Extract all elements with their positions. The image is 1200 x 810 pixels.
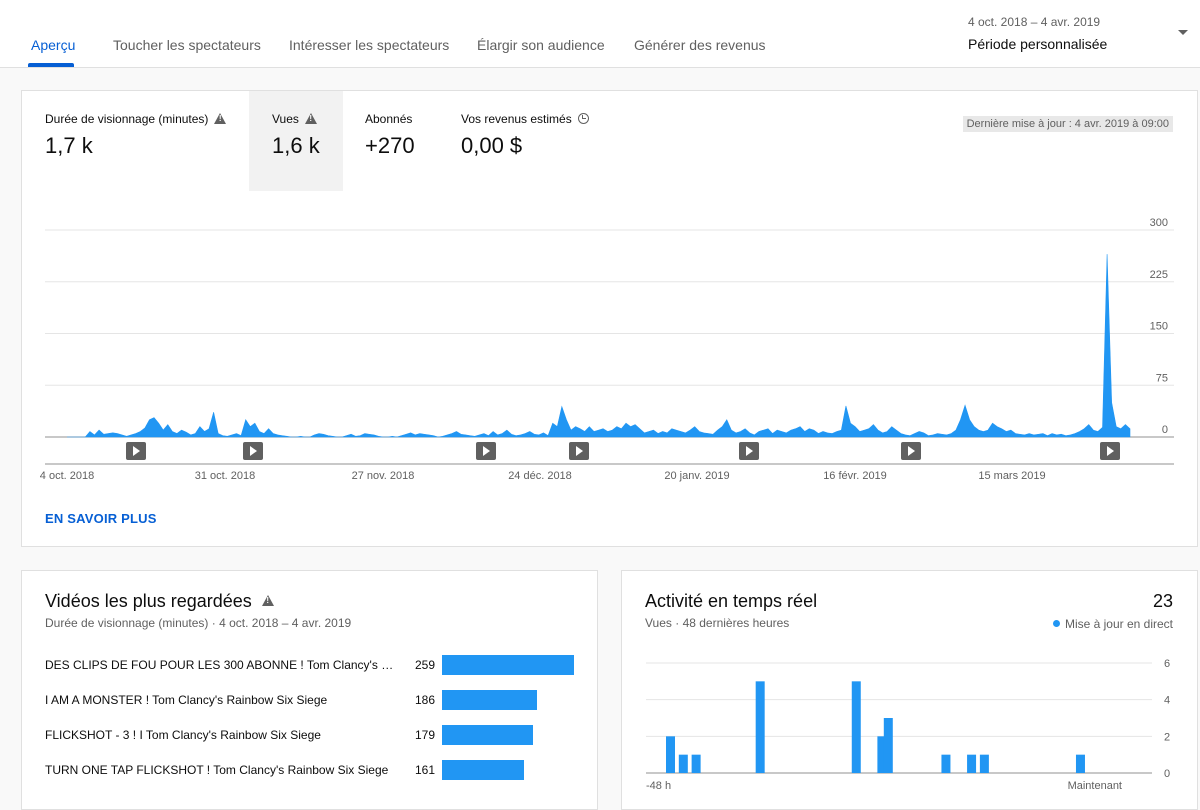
- video-bar: [442, 655, 574, 675]
- video-value: 161: [414, 763, 435, 777]
- x-tick-label: 4 oct. 2018: [40, 470, 94, 482]
- metric-label: Durée de visionnage (minutes): [45, 112, 209, 126]
- video-value: 186: [414, 693, 435, 707]
- metric-label: Abonnés: [365, 112, 413, 126]
- video-row[interactable]: I AM A MONSTER ! Tom Clancy's Rainbow Si…: [45, 690, 575, 712]
- metric-subscribers[interactable]: Abonnés +270: [344, 91, 440, 191]
- realtime-bar: [678, 754, 688, 773]
- x-tick-label: 16 févr. 2019: [823, 470, 887, 482]
- period-label: Période personnalisée: [968, 36, 1108, 52]
- play-marker-icon: [476, 442, 496, 460]
- x-label-end: Maintenant: [1068, 780, 1122, 792]
- top-navigation: Aperçu Toucher les spectateurs Intéresse…: [0, 0, 1200, 68]
- metric-value: 1,7 k: [45, 133, 93, 158]
- clock-icon: [577, 113, 589, 124]
- tab-apercu[interactable]: Aperçu: [31, 37, 75, 53]
- metric-value: 1,6 k: [272, 133, 320, 158]
- video-bar: [442, 760, 524, 780]
- realtime-bar: [851, 681, 861, 773]
- metric-label: Vues: [272, 112, 299, 126]
- live-label: Mise à jour en direct: [1064, 617, 1173, 631]
- card-title: Activité en temps réel: [645, 591, 818, 611]
- play-marker-icon: [739, 442, 759, 460]
- play-marker-icon: [901, 442, 921, 460]
- x-tick-label: 20 janv. 2019: [664, 470, 729, 482]
- x-tick-label: 31 oct. 2018: [195, 470, 256, 482]
- y-tick-label: 0: [1162, 424, 1168, 436]
- metric-revenue[interactable]: Vos revenus estimés 0,00 $: [440, 91, 610, 191]
- card-title: Vidéos les plus regardées: [45, 591, 252, 611]
- x-tick-label: 24 déc. 2018: [508, 470, 572, 482]
- y-tick-label: 4: [1164, 695, 1170, 707]
- video-bar: [442, 725, 533, 745]
- tab-interesser-spectateurs[interactable]: Intéresser les spectateurs: [289, 37, 449, 53]
- x-tick-label: 27 nov. 2018: [352, 470, 415, 482]
- x-tick-label: 15 mars 2019: [978, 470, 1045, 482]
- y-tick-label: 75: [1156, 372, 1168, 384]
- active-tab-indicator: [28, 63, 74, 67]
- period-selector[interactable]: 4 oct. 2018 – 4 avr. 2019 Période person…: [968, 12, 1188, 56]
- realtime-bar: [691, 754, 701, 773]
- video-row[interactable]: DES CLIPS DE FOU POUR LES 300 ABONNE ! T…: [45, 655, 575, 677]
- period-range: 4 oct. 2018 – 4 avr. 2019: [968, 15, 1101, 29]
- play-marker-icon: [126, 442, 146, 460]
- metric-label: Vos revenus estimés: [461, 112, 572, 126]
- metric-value: +270: [365, 133, 415, 158]
- realtime-bar: [1075, 754, 1085, 773]
- metric-views[interactable]: Vues 1,6 k: [249, 91, 343, 191]
- video-title: I AM A MONSTER ! Tom Clancy's Rainbow Si…: [45, 693, 328, 707]
- video-row[interactable]: TURN ONE TAP FLICKSHOT ! Tom Clancy's Ra…: [45, 760, 575, 782]
- video-title: TURN ONE TAP FLICKSHOT ! Tom Clancy's Ra…: [45, 763, 389, 777]
- realtime-bar: [666, 736, 675, 773]
- views-area-chart: 300 225 150 75 0 4 oct. 2018 31 oct. 2018 27 no…: [40, 217, 1174, 482]
- metric-watch-time[interactable]: Durée de visionnage (minutes) 1,7 k: [22, 91, 248, 191]
- video-title: DES CLIPS DE FOU POUR LES 300 ABONNE ! T…: [45, 658, 397, 672]
- warning-icon: [261, 595, 274, 606]
- learn-more-link[interactable]: EN SAVOIR PLUS: [45, 511, 157, 526]
- caret-down-icon[interactable]: [1178, 30, 1188, 35]
- realtime-bar: [755, 681, 765, 773]
- realtime-bar-chart: 6 4 2 0 -48 h Maintenant: [646, 658, 1170, 792]
- realtime-bar: [941, 754, 951, 773]
- card-subtitle: Vues · 48 dernières heures: [645, 616, 790, 630]
- video-row[interactable]: FLICKSHOT - 3 ! I Tom Clancy's Rainbow S…: [45, 725, 575, 747]
- card-subtitle: Durée de visionnage (minutes) · 4 oct. 2…: [45, 616, 352, 630]
- y-tick-label: 150: [1150, 321, 1168, 333]
- video-bar: [442, 690, 537, 710]
- realtime-bar: [967, 754, 977, 773]
- play-marker-icon: [569, 442, 589, 460]
- play-marker-icon: [1100, 442, 1120, 460]
- y-tick-label: 225: [1150, 269, 1168, 281]
- y-tick-label: 300: [1150, 217, 1168, 229]
- tab-toucher-spectateurs[interactable]: Toucher les spectateurs: [113, 37, 261, 53]
- video-title: FLICKSHOT - 3 ! I Tom Clancy's Rainbow S…: [45, 728, 321, 742]
- last-updated-badge: Dernière mise à jour : 4 avr. 2019 à 09:…: [962, 116, 1173, 132]
- live-dot-icon: [1052, 620, 1060, 627]
- realtime-count: 23: [1152, 591, 1173, 611]
- warning-icon: [304, 113, 317, 124]
- realtime-bar: [883, 718, 893, 773]
- realtime-bar: [979, 754, 989, 773]
- warning-icon: [214, 113, 227, 124]
- realtime-card: Activité en temps réel 23 Vues · 48 dern…: [621, 570, 1198, 810]
- tab-elargir-audience[interactable]: Élargir son audience: [477, 37, 605, 53]
- video-value: 179: [414, 728, 435, 742]
- tab-generer-revenus[interactable]: Générer des revenus: [634, 37, 766, 53]
- overview-card: Durée de visionnage (minutes) 1,7 k Vues…: [21, 90, 1198, 547]
- y-tick-label: 0: [1164, 768, 1170, 780]
- play-marker-icon: [243, 442, 263, 460]
- y-tick-label: 2: [1164, 731, 1170, 743]
- top-videos-card: Vidéos les plus regardées Durée de visio…: [21, 570, 598, 810]
- video-value: 259: [414, 658, 435, 672]
- x-label-start: -48 h: [646, 780, 671, 792]
- metric-value: 0,00 $: [461, 133, 523, 158]
- y-tick-label: 6: [1164, 658, 1170, 670]
